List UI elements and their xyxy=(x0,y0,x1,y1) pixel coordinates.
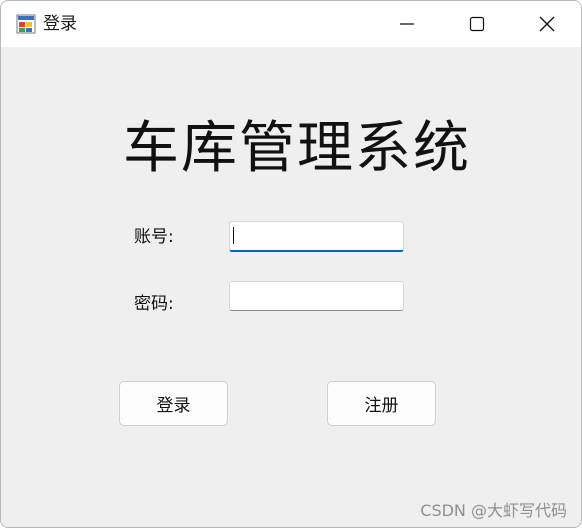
maximize-icon xyxy=(469,16,485,32)
login-window: 登录 车库管理系统 账号: 密码: 登录 注册 CSDN @大虾写代码 xyxy=(0,0,582,528)
login-button[interactable]: 登录 xyxy=(119,381,228,426)
watermark: CSDN @大虾写代码 xyxy=(420,501,567,520)
close-button[interactable] xyxy=(512,1,581,47)
account-label: 账号: xyxy=(134,227,174,247)
text-caret xyxy=(233,227,234,244)
minimize-icon xyxy=(400,23,414,25)
maximize-button[interactable] xyxy=(442,1,512,47)
password-input[interactable] xyxy=(229,281,404,311)
password-label: 密码: xyxy=(134,294,174,314)
app-icon xyxy=(16,14,36,34)
minimize-button[interactable] xyxy=(372,1,442,47)
window-title: 登录 xyxy=(43,14,77,34)
account-input[interactable] xyxy=(229,221,404,252)
app-heading: 车库管理系统 xyxy=(123,116,471,181)
register-button[interactable]: 注册 xyxy=(327,381,436,426)
close-icon xyxy=(539,16,555,32)
title-bar[interactable]: 登录 xyxy=(1,1,581,47)
